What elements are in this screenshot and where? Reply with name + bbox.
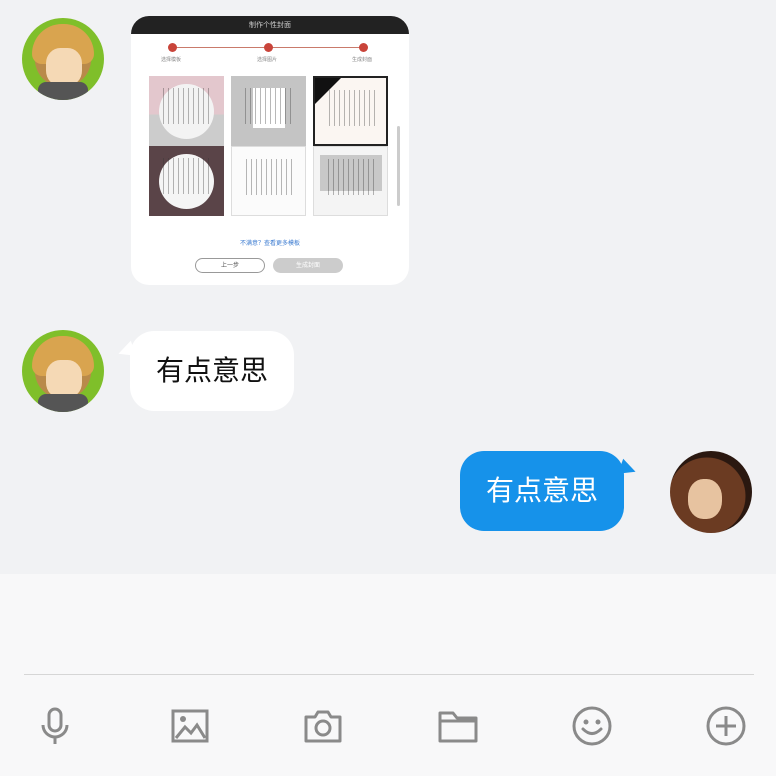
- avatar-collar: [38, 394, 88, 412]
- avatar-face: [46, 48, 82, 86]
- chat-area[interactable]: 制作个性封面 选择模板 选择图片 生成封面 不满意？查看更多模板 上一步 生成封…: [0, 0, 776, 574]
- step-dot-1: [168, 43, 177, 52]
- avatar-face: [46, 360, 82, 398]
- camera-icon: [304, 710, 342, 743]
- input-toolbar: [0, 700, 776, 752]
- image-icon: [171, 709, 209, 743]
- generate-cover-button[interactable]: 生成封面: [273, 258, 343, 273]
- template-tile[interactable]: [149, 76, 224, 146]
- more-templates-link[interactable]: 不满意？查看更多模板: [131, 238, 409, 247]
- card-scrollbar[interactable]: [397, 126, 400, 206]
- more-button[interactable]: [700, 700, 752, 752]
- image-button[interactable]: [164, 700, 216, 752]
- microphone-icon: [41, 707, 69, 744]
- previous-step-button[interactable]: 上一步: [195, 258, 265, 273]
- template-tile[interactable]: [149, 146, 224, 216]
- my-avatar[interactable]: [670, 451, 752, 533]
- template-tile[interactable]: [313, 76, 388, 146]
- step-label-1: 选择模板: [161, 57, 182, 63]
- incoming-message-bubble[interactable]: 有点意思: [130, 331, 295, 411]
- step-dot-2: [264, 43, 273, 52]
- avatar-face: [688, 479, 722, 519]
- contact-avatar[interactable]: [22, 18, 104, 100]
- avatar-collar: [38, 82, 88, 100]
- outgoing-message-bubble[interactable]: 有点意思: [460, 451, 625, 531]
- step-label-2: 选择图片: [257, 57, 278, 63]
- step-dot-3: [359, 43, 368, 52]
- step-label-3: 生成封面: [352, 57, 373, 63]
- file-button[interactable]: [432, 700, 484, 752]
- emoji-icon: [572, 706, 612, 746]
- contact-avatar[interactable]: [22, 330, 104, 412]
- template-tile[interactable]: [313, 146, 388, 216]
- input-area: [0, 574, 776, 776]
- folder-icon: [438, 711, 478, 743]
- template-tile[interactable]: [231, 76, 306, 146]
- emoji-button[interactable]: [566, 700, 618, 752]
- voice-button[interactable]: [29, 700, 81, 752]
- template-tile[interactable]: [231, 146, 306, 216]
- image-message-card[interactable]: 制作个性封面 选择模板 选择图片 生成封面 不满意？查看更多模板 上一步 生成封…: [131, 16, 409, 285]
- step-progress: 选择模板 选择图片 生成封面: [131, 34, 409, 76]
- input-divider: [24, 674, 754, 675]
- card-header: 制作个性封面: [131, 16, 409, 34]
- plus-icon: [706, 706, 746, 746]
- camera-button[interactable]: [297, 700, 349, 752]
